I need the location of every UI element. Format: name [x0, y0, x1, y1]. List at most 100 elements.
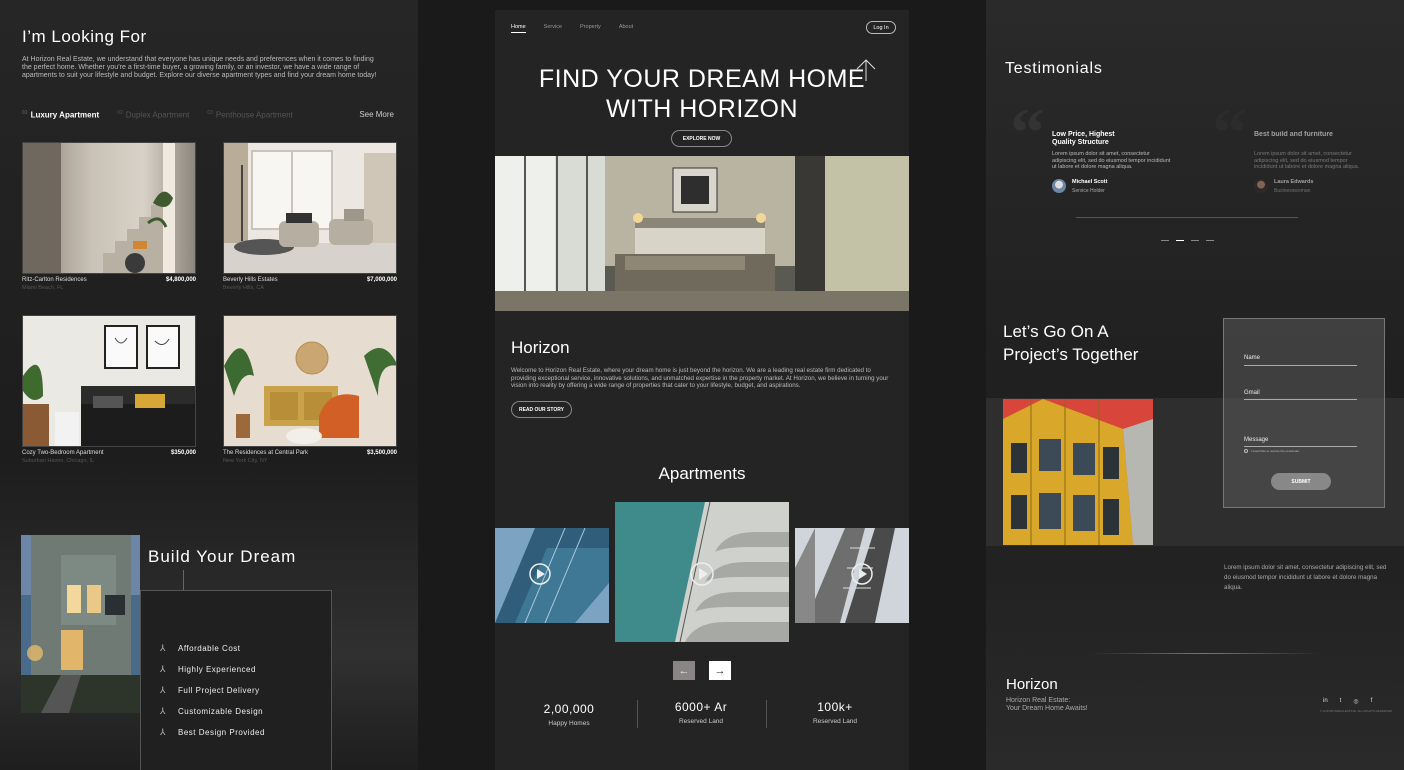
carousel-dot[interactable]: [1206, 240, 1214, 241]
listing-location: New York City, NY: [223, 458, 268, 464]
carousel-dot[interactable]: [1176, 240, 1184, 241]
apartments-title: Apartments: [658, 464, 746, 483]
listing-price: $350,000: [170, 450, 196, 456]
nav-about[interactable]: About: [619, 24, 633, 33]
next-button[interactable]: →: [709, 661, 731, 680]
build-title: Build Your Dream: [148, 547, 297, 566]
compass-icon: ⅄: [160, 685, 166, 695]
avatar: [1254, 179, 1268, 193]
divider: [1090, 653, 1320, 654]
listing-location: Suburban Haven, Chicago, IL: [22, 458, 95, 464]
center-panel: Home Service Property About Log In FIND …: [495, 10, 909, 770]
prev-button[interactable]: ←: [673, 661, 695, 680]
compass-icon: ⅄: [160, 643, 166, 653]
stat-label: Reserved Land: [678, 718, 724, 725]
listing-name: Beverly Hills Estates: [223, 277, 278, 283]
consent-row: I would like to receive the newsletter.: [1244, 449, 1300, 453]
right-panel: Testimonials “ Low Price, Highest Quality…: [986, 0, 1404, 770]
listing-location: Beverly Hills, CA: [223, 285, 264, 291]
section-title: I’m Looking For: [22, 27, 147, 46]
twitter-icon[interactable]: t: [1340, 698, 1342, 705]
message-field[interactable]: [1244, 446, 1357, 447]
listing-name: Cozy Two-Bedroom Apartment: [22, 450, 104, 456]
listing-price: $4,800,000: [165, 277, 196, 283]
listing-image: [223, 142, 397, 274]
contact-title: Let’s Go On A Project’s Together: [1003, 322, 1139, 364]
testimonial-text: Lorem ipsum dolor sit amet, consectetur …: [1052, 151, 1171, 170]
social-links: in t ◎ f: [1323, 698, 1384, 705]
testimonials-title: Testimonials: [1005, 60, 1103, 77]
linkedin-icon[interactable]: in: [1323, 698, 1328, 705]
listing-image: [22, 315, 196, 447]
author-name: Laura Edwards: [1274, 178, 1314, 185]
stat-label: Happy Homes: [548, 720, 590, 727]
email-field[interactable]: [1244, 399, 1357, 400]
read-story-button[interactable]: READ OUR STORY: [511, 401, 572, 418]
building-image: [1003, 399, 1153, 545]
carousel-dot[interactable]: [1161, 240, 1169, 241]
name-field[interactable]: [1244, 365, 1357, 366]
apartment-video[interactable]: [615, 502, 789, 642]
testimonial-text: Lorem ipsum dolor sit amet, consectetur …: [1254, 151, 1360, 170]
stat-value: 2,00,000: [543, 702, 595, 716]
stat-value: 6000+ Ar: [674, 700, 728, 714]
about-text: Welcome to Horizon Real Estate, where yo…: [511, 367, 889, 390]
listing-card[interactable]: Beverly Hills Estates $7,000,000 Beverly …: [223, 142, 397, 291]
tab-penthouse[interactable]: 03 Penthouse Apartment: [207, 110, 293, 120]
avatar: [1052, 179, 1066, 193]
copyright: © HORIZONREALESTATE. ALL RIGHTS RESERVED: [1320, 709, 1393, 713]
nav-property[interactable]: Property: [580, 24, 601, 33]
testimonial-card: Low Price, Highest Quality Structure Lore…: [1052, 131, 1172, 194]
apartment-video[interactable]: [495, 528, 609, 623]
compass-icon: ⅄: [160, 706, 166, 716]
stat-value: 100k+: [817, 700, 853, 714]
listing-image: [223, 315, 397, 447]
author-name: Michael Scott: [1072, 178, 1108, 185]
consent-text: I would like to receive the newsletter.: [1251, 449, 1300, 453]
listing-image: [22, 142, 196, 274]
main-nav: Home Service Property About: [511, 24, 651, 33]
facebook-icon[interactable]: f: [1371, 698, 1373, 705]
compass-icon: ⅄: [160, 727, 166, 737]
submit-button[interactable]: SUBMIT: [1271, 473, 1331, 490]
testimonial-heading: Low Price, Highest Quality Structure: [1052, 131, 1115, 146]
arrow-right-icon: →: [714, 664, 726, 677]
consent-checkbox[interactable]: [1244, 449, 1248, 453]
listing-card[interactable]: The Residences at Central Park $3,500,000…: [223, 315, 397, 464]
testimonial-card: Best build and furniture Lorem ipsum dol…: [1254, 131, 1364, 194]
listing-name: Ritz-Carlton Residences: [22, 277, 87, 283]
listing-card[interactable]: Cozy Two-Bedroom Apartment $350,000 Subur…: [22, 315, 196, 464]
left-panel: I’m Looking For At Horizon Real Estate, …: [0, 0, 418, 770]
footer-title: Horizon: [1006, 676, 1058, 693]
see-more-link[interactable]: See More: [359, 110, 394, 119]
testimonial-author: Laura Edwards Businesswoman: [1254, 179, 1364, 194]
login-button[interactable]: Log In: [866, 21, 896, 34]
carousel-dot[interactable]: [1191, 240, 1199, 241]
carousel-dots[interactable]: [1161, 240, 1221, 241]
tab-duplex[interactable]: 02 Duplex Apartment: [117, 110, 189, 120]
explore-button[interactable]: EXPLORE NOW: [671, 130, 732, 147]
contact-text: Lorem ipsum dolor sit amet, consectetur …: [1224, 564, 1387, 591]
footer-tagline: Horizon Real Estate: Your Dream Home Awai…: [1006, 697, 1088, 712]
stat-block: 100k+ Reserved Land: [795, 700, 875, 725]
nav-home[interactable]: Home: [511, 24, 526, 33]
divider: [766, 700, 767, 728]
divider: [1076, 217, 1298, 218]
feature-item: ⅄ Affordable Cost: [160, 643, 241, 653]
stat-block: 6000+ Ar Reserved Land: [661, 700, 741, 725]
apartment-tabs: 01 Luxury Apartment 02 Duplex Apartment 03…: [22, 110, 394, 120]
listing-card[interactable]: Ritz-Carlton Residences $4,800,000 Miami …: [22, 142, 196, 291]
instagram-icon[interactable]: ◎: [1353, 698, 1358, 705]
divider: [637, 700, 638, 728]
author-role: Businesswoman: [1274, 187, 1311, 194]
listing-price: $3,500,000: [366, 450, 397, 456]
email-label: Gmail: [1244, 390, 1260, 396]
feature-item: ⅄ Full Project Delivery: [160, 685, 260, 695]
quote-icon: “: [1212, 95, 1247, 172]
tab-luxury[interactable]: 01 Luxury Apartment: [22, 110, 99, 120]
feature-item: ⅄ Customizable Design: [160, 706, 264, 716]
apartment-video[interactable]: [795, 528, 909, 623]
nav-service[interactable]: Service: [544, 24, 562, 33]
compass-icon: ⅄: [160, 664, 166, 674]
feature-item: ⅄ Highly Experienced: [160, 664, 256, 674]
